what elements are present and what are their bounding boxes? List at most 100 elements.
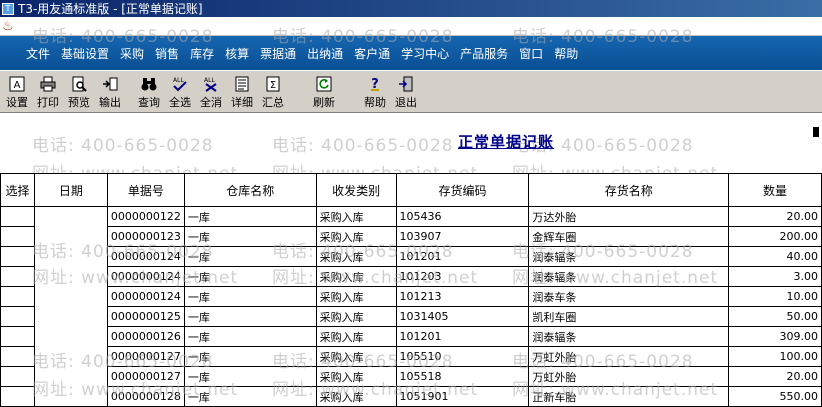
category-cell: 采购入库 — [315, 226, 397, 247]
settings-button[interactable]: A 设置 — [2, 74, 32, 110]
select-cell[interactable] — [0, 286, 35, 307]
column-header-category[interactable]: 收发类别 — [315, 173, 397, 207]
document-system-icon[interactable]: ♨ — [2, 19, 14, 34]
doc-no-cell: 0000000124 — [106, 266, 185, 287]
summary-button[interactable]: Σ 汇总 — [258, 74, 288, 110]
column-header-date[interactable]: 日期 — [33, 173, 108, 207]
category-cell: 采购入库 — [315, 246, 397, 267]
menu-window[interactable]: 窗口 — [519, 45, 543, 62]
select-cell[interactable] — [0, 306, 35, 327]
menu-file[interactable]: 文件 — [26, 45, 50, 62]
column-header-select[interactable]: 选择 — [0, 173, 35, 207]
select-cell[interactable] — [0, 246, 35, 267]
menu-customer[interactable]: 客户通 — [354, 45, 390, 62]
item-name-cell: 万虹外胎 — [528, 366, 730, 387]
window-title-bar: T T3-用友通标准版 - [正常单据记账] — [0, 0, 822, 17]
select-cell[interactable] — [0, 206, 35, 227]
menu-cashier[interactable]: 出纳通 — [307, 45, 343, 62]
preview-button[interactable]: 预览 — [64, 74, 94, 110]
warehouse-cell: 一库 — [183, 286, 317, 307]
doc-no-cell: 0000000127 — [106, 366, 185, 387]
menu-sales[interactable]: 销售 — [155, 45, 179, 62]
select-cell[interactable] — [0, 266, 35, 287]
query-button[interactable]: 查询 — [134, 74, 164, 110]
exit-icon — [398, 76, 415, 92]
item-name-cell: 润泰辐条 — [528, 246, 730, 267]
category-cell: 采购入库 — [315, 366, 397, 387]
quantity-cell: 100.00 — [728, 346, 822, 367]
menu-purchase[interactable]: 采购 — [120, 45, 144, 62]
item-name-cell: 凯利车圈 — [528, 306, 730, 327]
item-code-cell: 105510 — [395, 346, 530, 367]
table-row[interactable]: 0000000123 一库 采购入库 103907 金辉车圈 200.00 — [0, 226, 822, 247]
menu-product-service[interactable]: 产品服务 — [460, 45, 508, 62]
detail-icon — [234, 76, 251, 92]
table-row[interactable]: 0000000128 一库 采购入库 1051901 正新车胎 550.00 — [0, 386, 822, 407]
watermark-phone: 电话: 400-665-0028 — [32, 136, 214, 156]
window-title: T3-用友通标准版 - [正常单据记账] — [18, 2, 203, 16]
watermark-phone: 电话: 400-665-0028 — [272, 136, 454, 156]
table-row[interactable]: 0000000124 一库 采购入库 101213 润泰车条 10.00 — [0, 286, 822, 307]
table-row[interactable]: 0000000125 一库 采购入库 1031405 凯利车圈 50.00 — [0, 306, 822, 327]
doc-no-cell: 0000000126 — [106, 326, 185, 347]
help-icon: ? — [367, 76, 384, 92]
menu-bills[interactable]: 票据通 — [260, 45, 296, 62]
settings-icon: A — [9, 76, 26, 92]
table-row[interactable]: 0000000127 一库 采购入库 105510 万虹外胎 100.00 — [0, 346, 822, 367]
table-row[interactable]: 0000000126 一库 采购入库 101201 润泰辐条 309.00 — [0, 326, 822, 347]
select-cell[interactable] — [0, 386, 35, 407]
select-all-button[interactable]: ALL 全选 — [165, 74, 195, 110]
app-icon: T — [2, 2, 14, 15]
item-code-cell: 105518 — [395, 366, 530, 387]
table-header-row: 选择 日期 单据号 仓库名称 收发类别 存货编码 存货名称 数量 — [0, 173, 822, 207]
report-title: 正常单据记账 — [458, 133, 555, 151]
column-header-quantity[interactable]: 数量 — [728, 173, 822, 207]
print-button[interactable]: 打印 — [33, 74, 63, 110]
category-cell: 采购入库 — [315, 266, 397, 287]
table-row[interactable]: 0000000124 一库 采购入库 101201 润泰辐条 40.00 — [0, 246, 822, 267]
item-name-cell: 万达外胎 — [528, 206, 730, 227]
select-cell[interactable] — [0, 326, 35, 347]
detail-button[interactable]: 详细 — [227, 74, 257, 110]
table-row[interactable]: 0000000122 一库 采购入库 105436 万达外胎 20.00 — [0, 206, 822, 407]
column-header-item-name[interactable]: 存货名称 — [528, 173, 730, 207]
mdi-system-row: ♨ — [0, 17, 822, 36]
category-cell: 采购入库 — [315, 306, 397, 327]
menu-bar: 文件 基础设置 采购 销售 库存 核算 票据通 出纳通 客户通 学习中心 产品服… — [0, 36, 822, 70]
column-header-doc-no[interactable]: 单据号 — [106, 173, 185, 207]
document-table: 选择 日期 单据号 仓库名称 收发类别 存货编码 存货名称 数量 0000000… — [0, 173, 822, 407]
column-header-item-code[interactable]: 存货编码 — [395, 173, 530, 207]
warehouse-cell: 一库 — [183, 386, 317, 407]
select-all-icon: ALL — [172, 76, 189, 92]
menu-learning-center[interactable]: 学习中心 — [401, 45, 449, 62]
item-name-cell: 润泰辐条 — [528, 326, 730, 347]
deselect-all-button[interactable]: ALL 全消 — [196, 74, 226, 110]
svg-text:ALL: ALL — [173, 77, 184, 84]
menu-accounting[interactable]: 核算 — [225, 45, 249, 62]
svg-text:Σ: Σ — [270, 80, 276, 91]
select-cell[interactable] — [0, 226, 35, 247]
category-cell: 采购入库 — [315, 386, 397, 407]
quantity-cell: 10.00 — [728, 286, 822, 307]
refresh-button[interactable]: 刷新 — [309, 74, 339, 110]
warehouse-cell: 一库 — [183, 206, 317, 227]
toolbar: A 设置 打印 预览 输出 查询 ALL 全选 ALL 全消 详细 Σ 汇总 刷… — [0, 70, 822, 113]
select-cell[interactable] — [0, 346, 35, 367]
menu-basic-settings[interactable]: 基础设置 — [61, 45, 109, 62]
exit-button[interactable]: 退出 — [391, 74, 421, 110]
item-code-cell: 101213 — [395, 286, 530, 307]
menu-help[interactable]: 帮助 — [554, 45, 578, 62]
menu-inventory[interactable]: 库存 — [190, 45, 214, 62]
warehouse-cell: 一库 — [183, 246, 317, 267]
column-header-warehouse[interactable]: 仓库名称 — [183, 173, 317, 207]
table-row[interactable]: 0000000127 一库 采购入库 105518 万虹外胎 20.00 — [0, 366, 822, 387]
table-row[interactable]: 0000000124 一库 采购入库 101203 润泰辐条 3.00 — [0, 266, 822, 287]
export-icon — [102, 76, 119, 92]
date-cell — [33, 206, 108, 407]
help-button[interactable]: ? 帮助 — [360, 74, 390, 110]
warehouse-cell: 一库 — [183, 326, 317, 347]
quantity-cell: 550.00 — [728, 386, 822, 407]
export-button[interactable]: 输出 — [95, 74, 125, 110]
select-cell[interactable] — [0, 366, 35, 387]
item-name-cell: 润泰车条 — [528, 286, 730, 307]
